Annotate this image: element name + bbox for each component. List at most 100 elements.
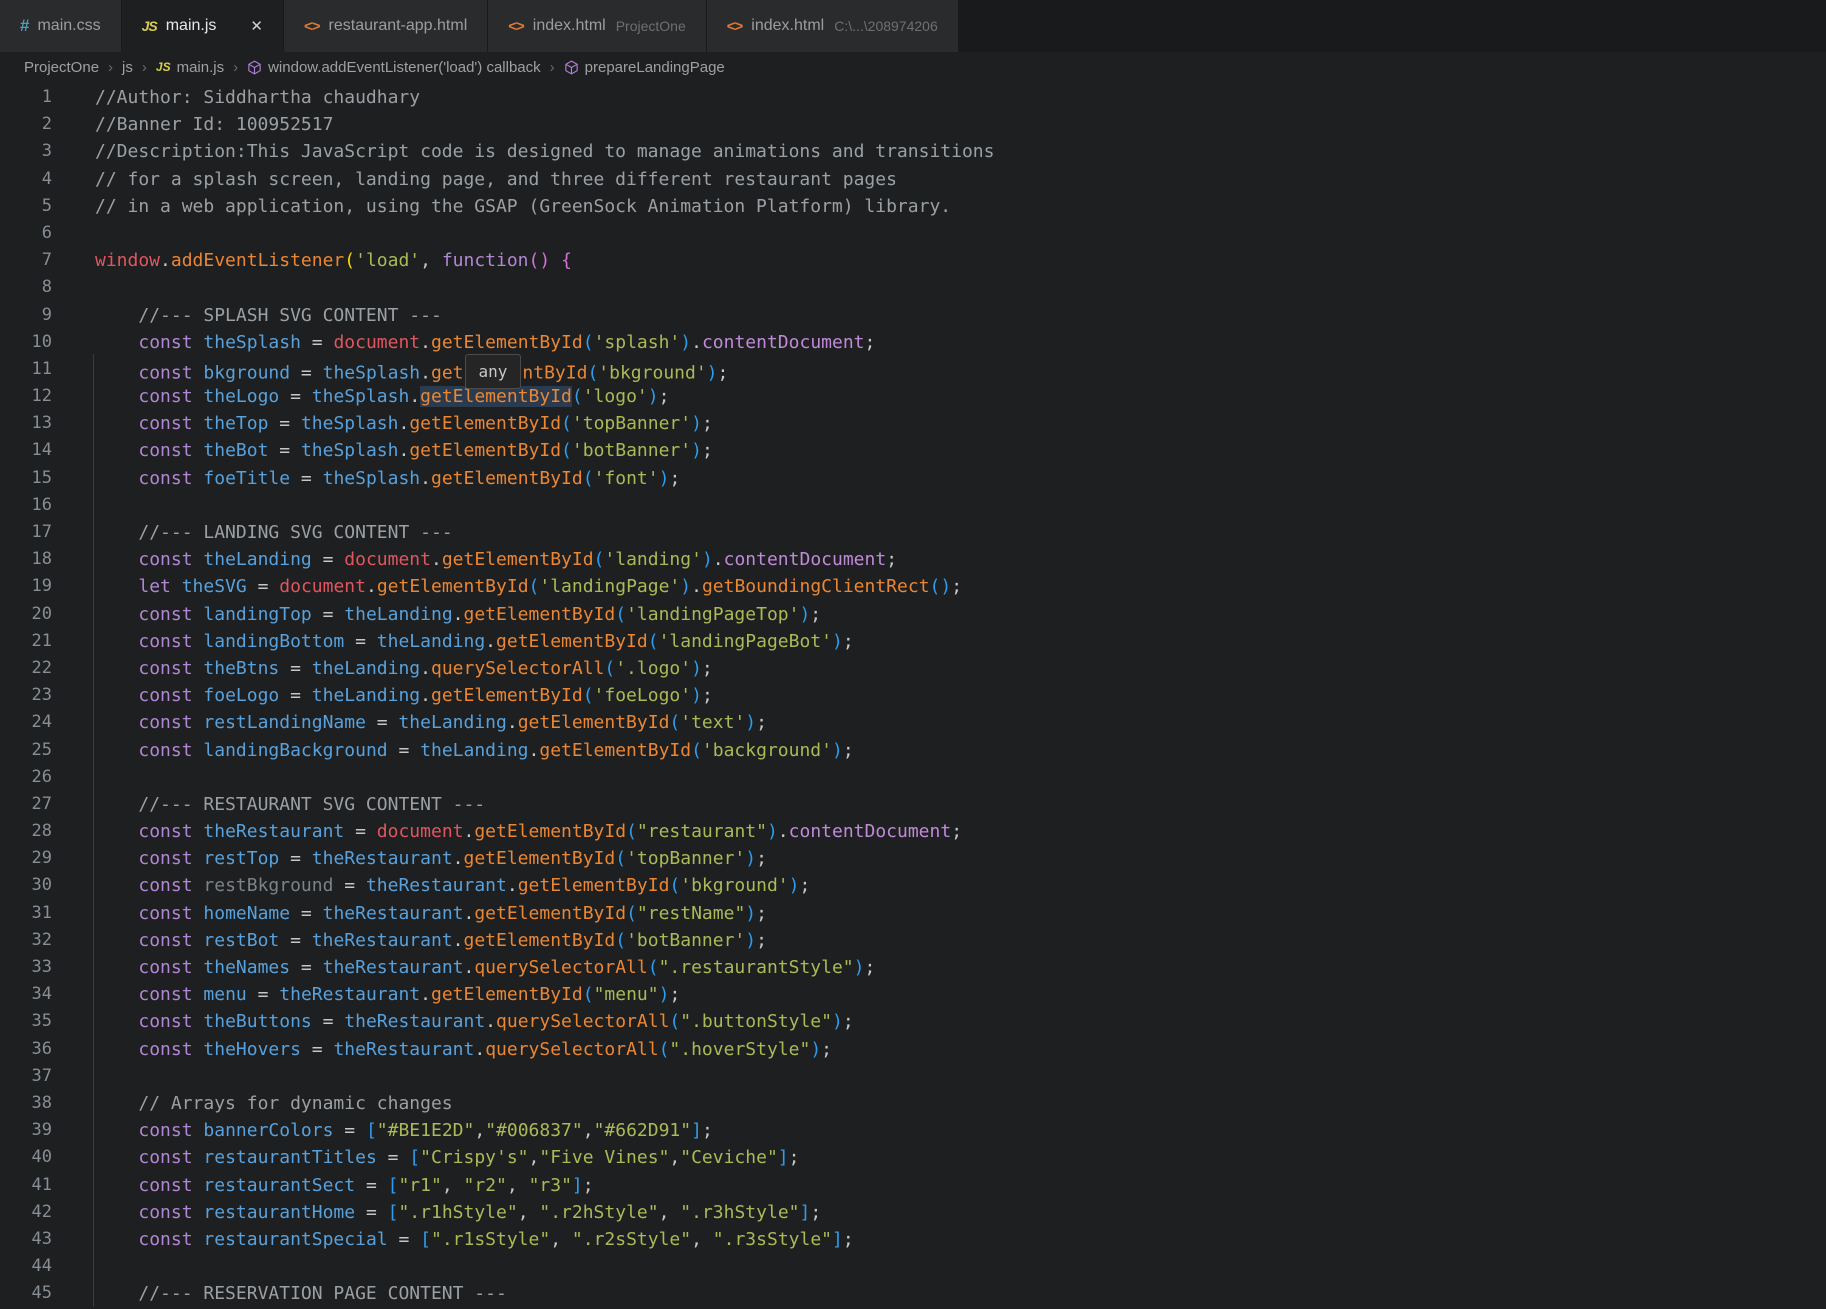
code-line-content[interactable] xyxy=(52,274,95,301)
code-line-content[interactable]: const restBot = theRestaurant.getElement… xyxy=(52,927,767,954)
code-line: 8 xyxy=(0,274,1826,301)
code-line: 21 const landingBottom = theLanding.getE… xyxy=(0,628,1826,655)
breadcrumb-item[interactable]: window.addEventListener('load') callback xyxy=(247,59,541,76)
line-number: 1 xyxy=(0,84,52,111)
code-line-content[interactable]: //Author: Siddhartha chaudhary xyxy=(52,84,420,111)
line-number: 41 xyxy=(0,1172,52,1199)
tab-main-css[interactable]: #main.css xyxy=(0,0,122,52)
symbol-function-icon xyxy=(564,60,579,75)
line-number: 39 xyxy=(0,1117,52,1144)
line-number: 9 xyxy=(0,302,52,329)
vscode-window: #main.cssJSmain.js✕<>restaurant-app.html… xyxy=(0,0,1826,1309)
code-line: 11 const bkground = theSplash.getanyntBy… xyxy=(0,356,1826,383)
tab-restaurant-app-html[interactable]: <>restaurant-app.html xyxy=(284,0,488,52)
code-line-content[interactable]: const bkground = theSplash.getanyntById(… xyxy=(52,356,728,383)
code-line-content[interactable]: // Arrays for dynamic changes xyxy=(52,1090,453,1117)
code-line-content[interactable]: const theLanding = document.getElementBy… xyxy=(52,546,897,573)
tab-detail: C:\...\208974206 xyxy=(834,18,938,34)
line-number: 6 xyxy=(0,220,52,247)
code-line-content[interactable]: window.addEventListener('load', function… xyxy=(52,247,572,274)
code-line: 23 const foeLogo = theLanding.getElement… xyxy=(0,682,1826,709)
code-line-content[interactable]: const restTop = theRestaurant.getElement… xyxy=(52,845,767,872)
code-line: 4// for a splash screen, landing page, a… xyxy=(0,166,1826,193)
line-number: 20 xyxy=(0,601,52,628)
code-line-content[interactable]: const theTop = theSplash.getElementById(… xyxy=(52,410,713,437)
code-line-content[interactable] xyxy=(52,220,95,247)
code-line-content[interactable]: const restaurantSect = ["r1", "r2", "r3"… xyxy=(52,1172,594,1199)
code-line-content[interactable]: const theBtns = theLanding.querySelector… xyxy=(52,655,713,682)
tab-main-js[interactable]: JSmain.js✕ xyxy=(122,0,284,52)
code-line: 5// in a web application, using the GSAP… xyxy=(0,193,1826,220)
code-line: 6 xyxy=(0,220,1826,247)
line-number: 35 xyxy=(0,1008,52,1035)
code-line-content[interactable]: const theLogo = theSplash.getElementById… xyxy=(52,383,669,410)
line-number: 18 xyxy=(0,546,52,573)
code-line-content[interactable]: // in a web application, using the GSAP … xyxy=(52,193,951,220)
breadcrumb-item[interactable]: ProjectOne xyxy=(24,59,99,76)
code-line: 26 xyxy=(0,764,1826,791)
code-line-content[interactable]: const foeLogo = theLanding.getElementByI… xyxy=(52,682,713,709)
editor-tab-bar: #main.cssJSmain.js✕<>restaurant-app.html… xyxy=(0,0,1826,52)
symbol-function-icon xyxy=(247,60,262,75)
tab-detail: ProjectOne xyxy=(616,18,686,34)
line-number: 37 xyxy=(0,1063,52,1090)
code-line-content[interactable]: const theButtons = theRestaurant.querySe… xyxy=(52,1008,854,1035)
code-line-content[interactable]: const bannerColors = ["#BE1E2D","#006837… xyxy=(52,1117,713,1144)
breadcrumb-separator-icon: › xyxy=(233,59,238,76)
line-number: 23 xyxy=(0,682,52,709)
breadcrumb-item[interactable]: prepareLandingPage xyxy=(564,59,725,76)
code-line-content[interactable]: const restLandingName = theLanding.getEl… xyxy=(52,709,767,736)
code-line-content[interactable] xyxy=(52,764,95,791)
code-line-content[interactable]: const restBkground = theRestaurant.getEl… xyxy=(52,872,810,899)
code-line-content[interactable]: const restaurantHome = [".r1hStyle", ".r… xyxy=(52,1199,821,1226)
line-number: 11 xyxy=(0,356,52,383)
code-line-content[interactable]: const landingBottom = theLanding.getElem… xyxy=(52,628,854,655)
code-line: 43 const restaurantSpecial = [".r1sStyle… xyxy=(0,1226,1826,1253)
code-line-content[interactable]: let theSVG = document.getElementById('la… xyxy=(52,573,962,600)
code-line-content[interactable]: const menu = theRestaurant.getElementByI… xyxy=(52,981,680,1008)
code-line-content[interactable]: //--- RESERVATION PAGE CONTENT --- xyxy=(52,1280,507,1307)
code-line-content[interactable]: // for a splash screen, landing page, an… xyxy=(52,166,897,193)
code-line-content[interactable]: const theSplash = document.getElementByI… xyxy=(52,329,875,356)
breadcrumb-item[interactable]: js xyxy=(122,59,133,76)
line-number: 24 xyxy=(0,709,52,736)
code-line-content[interactable] xyxy=(52,1253,95,1280)
highlighted-symbol: getElementById xyxy=(420,386,572,407)
code-line-content[interactable]: const landingBackground = theLanding.get… xyxy=(52,737,854,764)
line-number: 22 xyxy=(0,655,52,682)
tab-index-html-projectone[interactable]: <>index.htmlProjectOne xyxy=(488,0,707,52)
line-number: 36 xyxy=(0,1036,52,1063)
breadcrumb-item[interactable]: JSmain.js xyxy=(156,59,224,76)
code-line: 40 const restaurantTitles = ["Crispy's",… xyxy=(0,1144,1826,1171)
code-editor[interactable]: 1//Author: Siddhartha chaudhary2//Banner… xyxy=(0,82,1826,1307)
code-line-content[interactable] xyxy=(52,492,95,519)
code-line-content[interactable] xyxy=(52,1063,95,1090)
line-number: 38 xyxy=(0,1090,52,1117)
code-line: 17 //--- LANDING SVG CONTENT --- xyxy=(0,519,1826,546)
line-number: 17 xyxy=(0,519,52,546)
code-line-content[interactable]: const theBot = theSplash.getElementById(… xyxy=(52,437,713,464)
tab-label: index.html xyxy=(751,17,824,35)
code-line-content[interactable]: const landingTop = theLanding.getElement… xyxy=(52,601,821,628)
code-line-content[interactable]: const theRestaurant = document.getElemen… xyxy=(52,818,962,845)
tab-index-html-numbered[interactable]: <>index.htmlC:\...\208974206 xyxy=(707,0,959,52)
code-line-content[interactable]: //--- SPLASH SVG CONTENT --- xyxy=(52,302,442,329)
code-line-content[interactable]: const restaurantSpecial = [".r1sStyle", … xyxy=(52,1226,854,1253)
code-line: 2//Banner Id: 100952517 xyxy=(0,111,1826,138)
code-line-content[interactable]: //Banner Id: 100952517 xyxy=(52,111,333,138)
code-line-content[interactable]: const restaurantTitles = ["Crispy's","Fi… xyxy=(52,1144,799,1171)
line-number: 3 xyxy=(0,138,52,165)
code-line-content[interactable]: //Description:This JavaScript code is de… xyxy=(52,138,994,165)
code-line-content[interactable]: const theHovers = theRestaurant.querySel… xyxy=(52,1036,832,1063)
code-line-content[interactable]: const theNames = theRestaurant.querySele… xyxy=(52,954,875,981)
code-line-content[interactable]: //--- LANDING SVG CONTENT --- xyxy=(52,519,453,546)
code-line-content[interactable]: const homeName = theRestaurant.getElemen… xyxy=(52,900,767,927)
breadcrumb-separator-icon: › xyxy=(108,59,113,76)
line-number: 34 xyxy=(0,981,52,1008)
line-number: 33 xyxy=(0,954,52,981)
tab-label: index.html xyxy=(533,17,606,35)
code-line-content[interactable]: const foeTitle = theSplash.getElementByI… xyxy=(52,465,680,492)
code-line: 16 xyxy=(0,492,1826,519)
close-icon[interactable]: ✕ xyxy=(250,17,263,35)
code-line-content[interactable]: //--- RESTAURANT SVG CONTENT --- xyxy=(52,791,485,818)
